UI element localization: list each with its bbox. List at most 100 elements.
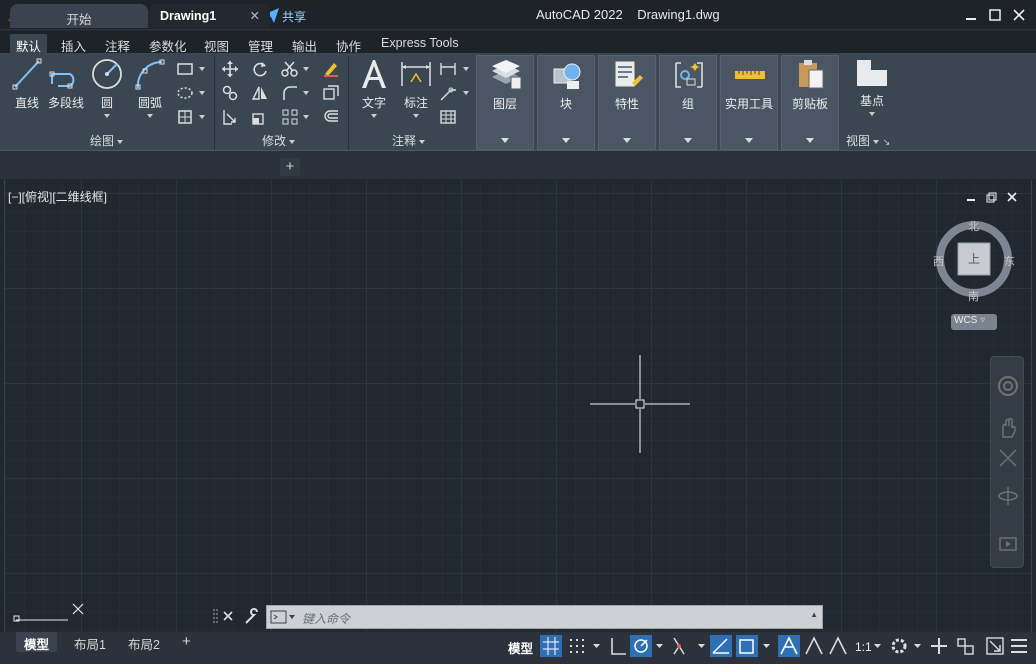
pan-hand-icon[interactable] xyxy=(997,417,1019,439)
workspace-gear-icon[interactable] xyxy=(891,638,907,654)
isodraft-dropdown-icon[interactable] xyxy=(698,644,705,648)
dialog-launcher-icon[interactable]: ↘ xyxy=(883,137,891,147)
fillet-dropdown-icon[interactable] xyxy=(303,91,309,95)
tab-layout1[interactable]: 布局1 xyxy=(66,632,114,652)
tab-annotate[interactable]: 注释 xyxy=(99,34,136,54)
zoom-extents-icon[interactable] xyxy=(997,447,1019,469)
workspace-dropdown-icon[interactable] xyxy=(914,644,921,648)
scale-dropdown-icon[interactable] xyxy=(874,644,881,648)
viewport-controls[interactable]: [−][俯视][二维线框] xyxy=(8,188,107,205)
ortho-toggle-icon[interactable] xyxy=(611,638,626,655)
erase-icon[interactable] xyxy=(322,60,340,78)
viewcube-top-face[interactable]: 上 xyxy=(968,250,980,267)
clean-screen-icon[interactable] xyxy=(986,637,1004,655)
array-icon[interactable] xyxy=(281,108,299,126)
drawing-canvas[interactable] xyxy=(4,180,1032,632)
text-button[interactable]: 文字 xyxy=(359,58,389,118)
tab-start[interactable]: 开始 xyxy=(10,4,148,28)
showmotion-icon[interactable] xyxy=(997,533,1019,555)
minimize-icon[interactable] xyxy=(962,6,980,24)
wcs-menu[interactable]: WCS ▿ xyxy=(951,314,997,330)
orbit-icon[interactable] xyxy=(997,485,1019,507)
base-button[interactable]: 基点 xyxy=(855,58,889,116)
groups-panel-button[interactable]: 组 xyxy=(659,55,717,150)
hatch-icon[interactable] xyxy=(176,84,194,102)
annotation-monitor-icon[interactable] xyxy=(931,638,947,654)
command-input[interactable]: 键入命令 xyxy=(302,610,350,627)
snap-dropdown-icon[interactable] xyxy=(593,644,600,648)
leader-icon[interactable] xyxy=(439,84,457,102)
auto-scale-icon[interactable] xyxy=(805,636,823,655)
compass-west[interactable]: 西 xyxy=(933,253,944,269)
close-tab-icon[interactable]: ✕ xyxy=(250,8,260,23)
viewport-restore-icon[interactable] xyxy=(986,194,995,203)
layers-panel-button[interactable]: 图层 xyxy=(476,55,534,150)
block-panel-button[interactable]: 块 xyxy=(537,55,595,150)
command-history-icon[interactable]: ▲ xyxy=(810,610,818,619)
copy-icon[interactable] xyxy=(221,84,239,102)
tab-parametric[interactable]: 参数化 xyxy=(143,34,193,54)
linear-dropdown-icon[interactable] xyxy=(463,67,469,71)
array-dropdown-icon[interactable] xyxy=(303,115,309,119)
customization-menu-icon[interactable] xyxy=(1011,639,1027,653)
trim-icon[interactable] xyxy=(281,60,299,78)
annotation-scale-icon[interactable] xyxy=(829,636,847,655)
rotate-icon[interactable] xyxy=(251,60,269,78)
annotation-scale-value[interactable]: 1:1 xyxy=(855,640,872,654)
snap-toggle-icon[interactable] xyxy=(570,639,584,653)
utilities-panel-button[interactable]: 实用工具 xyxy=(720,55,778,150)
table-icon[interactable] xyxy=(439,108,457,126)
circle-button[interactable]: 圆 xyxy=(90,58,124,118)
close-command-icon[interactable] xyxy=(223,611,233,621)
add-layout-button[interactable]: + xyxy=(174,631,199,651)
dimension-dropdown-icon[interactable] xyxy=(413,114,419,118)
compass-north[interactable]: 北 xyxy=(968,218,979,234)
close-window-icon[interactable] xyxy=(1010,6,1028,24)
annotation-group-footer[interactable]: 注释 xyxy=(392,132,426,149)
maximize-icon[interactable] xyxy=(986,6,1004,24)
mirror-icon[interactable] xyxy=(251,84,269,102)
compass-south[interactable]: 南 xyxy=(968,288,979,304)
clipboard-panel-button[interactable]: 剪贴板 xyxy=(781,55,839,150)
tab-model[interactable]: 模型 xyxy=(16,632,58,652)
gradient-icon[interactable] xyxy=(176,108,194,126)
isolate-objects-icon[interactable] xyxy=(957,638,974,655)
grid-toggle-icon[interactable] xyxy=(540,635,562,657)
tab-insert[interactable]: 插入 xyxy=(55,34,92,54)
circle-dropdown-icon[interactable] xyxy=(104,114,110,118)
base-dropdown-icon[interactable] xyxy=(869,112,875,116)
scale-icon[interactable] xyxy=(251,108,269,126)
steering-wheel-icon[interactable] xyxy=(997,375,1019,397)
dimension-button[interactable]: 标注 xyxy=(399,58,433,118)
viewcube[interactable]: 北 南 东 西 上 xyxy=(933,218,1015,303)
compass-east[interactable]: 东 xyxy=(1004,253,1015,269)
stretch-icon[interactable] xyxy=(221,108,239,126)
linear-dimension-icon[interactable] xyxy=(439,60,457,78)
arc-button[interactable]: 圆弧 xyxy=(134,58,166,118)
customize-wrench-icon[interactable] xyxy=(245,608,258,624)
fillet-icon[interactable] xyxy=(281,84,299,102)
explode-icon[interactable] xyxy=(322,84,340,102)
viewport-minimize-icon[interactable] xyxy=(967,199,975,201)
properties-panel-button[interactable]: 特性 xyxy=(598,55,656,150)
rectangle-icon[interactable] xyxy=(176,60,194,78)
boundary-dropdown-icon[interactable] xyxy=(199,115,205,119)
modify-group-footer[interactable]: 修改 xyxy=(262,132,296,149)
line-button[interactable]: 直线 xyxy=(12,58,42,111)
polyline-button[interactable]: 多段线 xyxy=(48,58,84,111)
command-prompt-icon[interactable] xyxy=(270,610,296,624)
rectangle-dropdown-icon[interactable] xyxy=(199,67,205,71)
viewport-close-icon[interactable] xyxy=(1007,192,1017,202)
tab-default[interactable]: 默认 xyxy=(10,34,48,54)
share-label[interactable]: 共享 xyxy=(282,8,306,25)
tab-express-tools[interactable]: Express Tools xyxy=(375,34,465,53)
leader-dropdown-icon[interactable] xyxy=(463,91,469,95)
arc-dropdown-icon[interactable] xyxy=(147,114,153,118)
model-space-button[interactable]: 模型 xyxy=(508,638,533,657)
trim-dropdown-icon[interactable] xyxy=(303,67,309,71)
draw-group-footer[interactable]: 绘图 xyxy=(90,132,124,149)
command-grip-icon[interactable] xyxy=(213,609,218,625)
tab-view[interactable]: 视图 xyxy=(198,34,235,54)
hatch-dropdown-icon[interactable] xyxy=(199,91,205,95)
tab-manage[interactable]: 管理 xyxy=(242,34,279,54)
